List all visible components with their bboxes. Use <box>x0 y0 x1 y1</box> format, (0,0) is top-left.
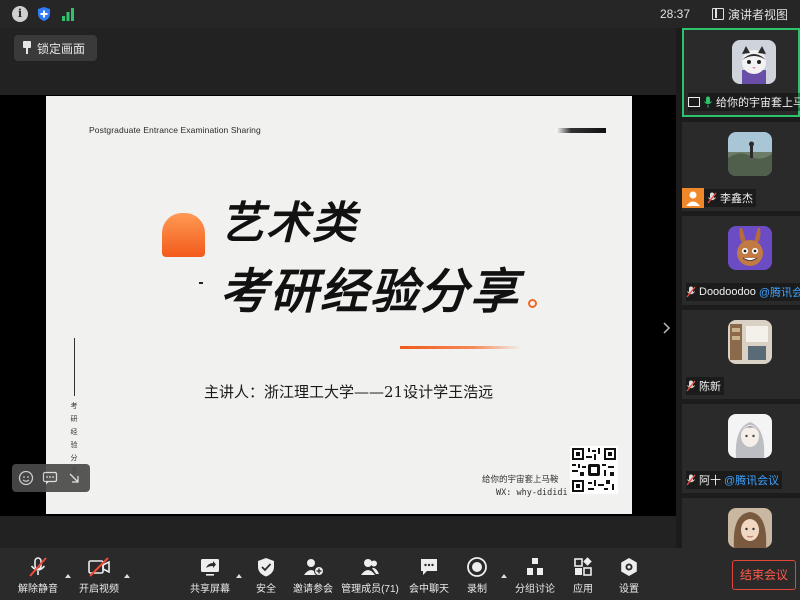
participant-name-bar: 李鑫杰 <box>682 188 756 208</box>
presentation-slide: Postgraduate Entrance Examination Sharin… <box>46 96 632 514</box>
anime-avatar <box>728 414 772 458</box>
layout-icon <box>712 8 724 20</box>
invite-button[interactable]: 邀请参会 <box>281 556 345 596</box>
mic-muted-icon <box>686 286 696 298</box>
mic-muted-icon <box>686 474 696 486</box>
start-video-label: 开启视频 <box>79 584 119 595</box>
chat-icon <box>421 559 437 575</box>
participant-name: Doodoodoo <box>699 286 756 298</box>
orange-decor-shape <box>162 213 205 257</box>
participant-tile[interactable] <box>682 498 800 548</box>
room-avatar <box>728 320 772 364</box>
info-icon[interactable]: i <box>12 6 28 22</box>
mic-muted-icon <box>686 380 696 392</box>
record-label: 录制 <box>467 584 487 595</box>
settings-label: 设置 <box>619 584 639 595</box>
chevron-right-icon[interactable] <box>663 322 671 334</box>
wechat-id: WX: why-dididi <box>496 488 568 498</box>
slide-decor-bar <box>556 128 606 133</box>
vertical-decor-line <box>74 338 75 396</box>
participant-tile[interactable]: 李鑫杰 <box>682 122 800 211</box>
participant-name-bar: 阿十 @腾讯会议 <box>686 471 783 489</box>
settings-button[interactable]: 设置 <box>597 556 661 596</box>
shared-screen-area: 锁定画面 Postgraduate Entrance Examination S… <box>0 28 676 548</box>
pin-icon <box>22 41 32 55</box>
signal-strength-icon[interactable] <box>60 6 76 22</box>
mic-muted-icon <box>29 557 47 577</box>
participant-tile[interactable]: 陈新 <box>682 310 800 399</box>
manage-members-label: 管理成员(71) <box>341 584 399 595</box>
participant-name-bar: 给你的宇宙套上马鞍 <box>688 93 800 111</box>
members-icon <box>361 559 379 575</box>
record-button[interactable]: 录制 <box>445 556 509 596</box>
unmute-button[interactable]: 解除静音 <box>6 556 70 596</box>
participant-org-suffix: @腾讯会议 <box>724 475 780 487</box>
bunny-avatar <box>728 226 772 270</box>
screen-share-icon <box>688 97 700 107</box>
user-icon <box>682 188 704 208</box>
participant-panel: 给你的宇宙套上马鞍 李鑫杰 <box>676 28 800 548</box>
breakout-rooms-icon <box>527 558 543 575</box>
view-mode-label: 演讲者视图 <box>728 7 789 22</box>
qr-code-image <box>570 446 618 494</box>
orange-divider <box>400 346 522 349</box>
orange-ring-decor <box>528 299 537 308</box>
portrait-avatar <box>728 508 772 548</box>
invite-label: 邀请参会 <box>293 584 333 595</box>
emoji-icon[interactable] <box>18 470 34 486</box>
meeting-timer: 28:37 <box>660 7 691 21</box>
start-video-button[interactable]: 开启视频 <box>67 556 131 596</box>
lock-view-button[interactable]: 锁定画面 <box>14 35 98 61</box>
participant-name: 李鑫杰 <box>720 193 753 205</box>
apps-icon <box>574 557 592 576</box>
participant-name: 给你的宇宙套上马鞍 <box>716 97 800 109</box>
cat-avatar <box>732 40 776 84</box>
unmute-label: 解除静音 <box>18 584 58 595</box>
participant-name: 阿十 <box>699 475 721 487</box>
slide-decor-dot <box>199 282 203 284</box>
end-meeting-button[interactable]: 结束会议 <box>732 560 796 590</box>
share-screen-button[interactable]: 共享屏幕 <box>178 556 242 596</box>
wechat-credit: 给你的宇宙套上马鞍 <box>482 475 559 485</box>
mic-muted-icon <box>707 192 717 204</box>
expand-arrow-icon[interactable] <box>66 470 82 486</box>
shield-icon[interactable] <box>36 6 52 22</box>
slide-title-line2: 考研经验分享 <box>220 264 521 320</box>
slide-header: Postgraduate Entrance Examination Sharin… <box>89 125 261 135</box>
meeting-toolbar: 解除静音 开启视频 共享屏幕 安全 邀请参会 管理成员(71) 会中聊天 录制 … <box>0 548 800 600</box>
add-user-icon <box>304 559 324 576</box>
reaction-panel <box>12 464 90 492</box>
participant-tile[interactable]: Doodoodoo@腾讯会议 <box>682 216 800 305</box>
video-off-icon <box>88 557 110 577</box>
slide-title-line1: 艺术类 <box>220 198 358 249</box>
participant-name-bar: 陈新 <box>686 377 724 395</box>
video-options-caret[interactable] <box>124 574 130 578</box>
participant-org-suffix: @腾讯会议 <box>758 287 800 299</box>
view-mode-button[interactable]: 演讲者视图 <box>712 4 788 24</box>
record-icon <box>467 557 487 577</box>
participant-name: 陈新 <box>699 381 721 393</box>
speaker-credit: 主讲人：浙江理工大学——21设计学王浩远 <box>204 383 494 401</box>
lock-view-label: 锁定画面 <box>37 41 86 56</box>
microphone-icon <box>704 96 712 108</box>
participant-name-bar: Doodoodoo@腾讯会议 <box>686 283 800 301</box>
participant-tile[interactable]: 给你的宇宙套上马鞍 <box>682 28 800 117</box>
share-screen-icon <box>201 559 219 576</box>
manage-members-button[interactable]: 管理成员(71) <box>338 556 402 596</box>
participant-tile[interactable]: 阿十 @腾讯会议 <box>682 404 800 493</box>
status-bar: i 28:37 演讲者视图 <box>0 0 800 28</box>
landscape-avatar <box>728 132 772 176</box>
share-screen-label: 共享屏幕 <box>190 584 230 595</box>
shield-check-icon <box>258 558 274 577</box>
gear-icon <box>621 558 637 576</box>
comment-icon[interactable] <box>42 470 58 486</box>
